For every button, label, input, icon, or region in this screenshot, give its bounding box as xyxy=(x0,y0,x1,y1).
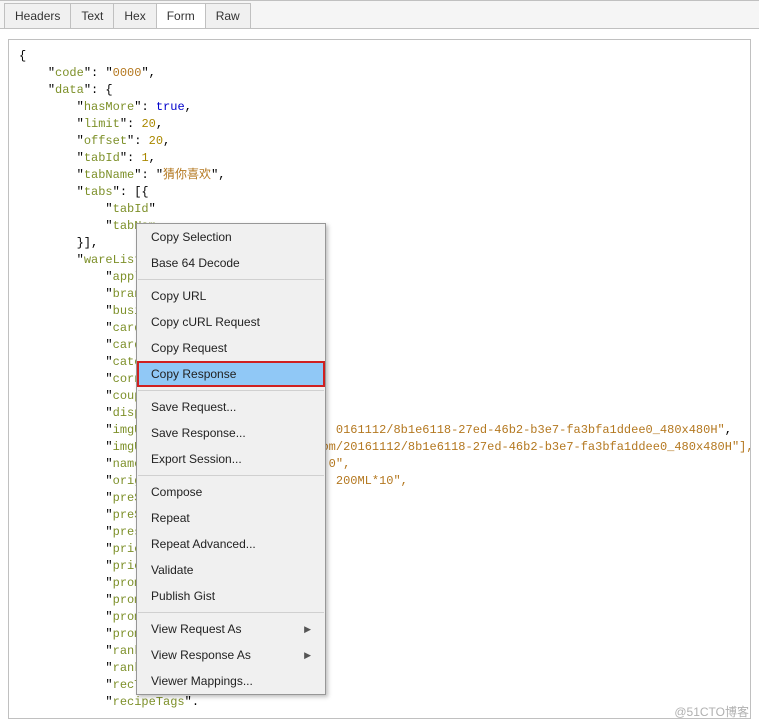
json-key: code xyxy=(55,66,84,80)
json-key: hasMore xyxy=(84,100,134,114)
json-str: om/20161112/8b1e6118-27ed-46b2-b3e7-fa3b… xyxy=(321,440,751,454)
json-str: 猜你喜欢 xyxy=(163,168,211,182)
json-str: 200ML*10", xyxy=(329,474,408,488)
tab-headers[interactable]: Headers xyxy=(4,3,71,28)
menu-base64-decode[interactable]: Base 64 Decode xyxy=(137,250,325,276)
tab-form[interactable]: Form xyxy=(156,3,206,28)
json-str: 0161112/8b1e6118-27ed-46b2-b3e7-fa3bfa1d… xyxy=(336,423,725,437)
json-key: tabs xyxy=(84,185,113,199)
menu-separator xyxy=(138,612,324,613)
menu-compose[interactable]: Compose xyxy=(137,479,325,505)
watermark: @51CTO博客 xyxy=(674,703,749,720)
tab-hex[interactable]: Hex xyxy=(113,3,156,28)
chevron-right-icon: ▶ xyxy=(304,650,311,661)
menu-view-response-as[interactable]: View Response As▶ xyxy=(137,642,325,668)
json-key: limit xyxy=(84,117,120,131)
json-key: wareList xyxy=(84,253,142,267)
response-tabs: Headers Text Hex Form Raw xyxy=(0,1,759,29)
menu-save-request[interactable]: Save Request... xyxy=(137,394,325,420)
menu-copy-request[interactable]: Copy Request xyxy=(137,335,325,361)
json-key: tabId xyxy=(113,202,149,216)
json-num: 1 xyxy=(141,151,148,165)
menu-copy-selection[interactable]: Copy Selection xyxy=(137,224,325,250)
json-bool: true xyxy=(156,100,185,114)
json-key: tabName xyxy=(84,168,134,182)
json-content[interactable]: { "code": "0000", "data": { "hasMore": t… xyxy=(8,39,751,719)
json-str: 0000 xyxy=(113,66,142,80)
json-num: 20 xyxy=(141,117,155,131)
menu-repeat-advanced[interactable]: Repeat Advanced... xyxy=(137,531,325,557)
json-str: 0", xyxy=(329,457,351,471)
menu-separator xyxy=(138,475,324,476)
json-key: tabId xyxy=(84,151,120,165)
context-menu: Copy Selection Base 64 Decode Copy URL C… xyxy=(136,223,326,695)
json-key: offset xyxy=(84,134,127,148)
menu-export-session[interactable]: Export Session... xyxy=(137,446,325,472)
menu-separator xyxy=(138,279,324,280)
chevron-right-icon: ▶ xyxy=(304,624,311,635)
menu-separator xyxy=(138,390,324,391)
menu-publish-gist[interactable]: Publish Gist xyxy=(137,583,325,609)
json-key: recipeTags xyxy=(113,695,185,709)
menu-copy-response[interactable]: Copy Response xyxy=(137,361,325,387)
json-num: 20 xyxy=(149,134,163,148)
menu-save-response[interactable]: Save Response... xyxy=(137,420,325,446)
json-key: data xyxy=(55,83,84,97)
menu-copy-url[interactable]: Copy URL xyxy=(137,283,325,309)
menu-viewer-mappings[interactable]: Viewer Mappings... xyxy=(137,668,325,694)
menu-validate[interactable]: Validate xyxy=(137,557,325,583)
tab-raw[interactable]: Raw xyxy=(205,3,251,28)
menu-copy-curl[interactable]: Copy cURL Request xyxy=(137,309,325,335)
menu-view-request-as[interactable]: View Request As▶ xyxy=(137,616,325,642)
menu-repeat[interactable]: Repeat xyxy=(137,505,325,531)
tab-text[interactable]: Text xyxy=(70,3,114,28)
